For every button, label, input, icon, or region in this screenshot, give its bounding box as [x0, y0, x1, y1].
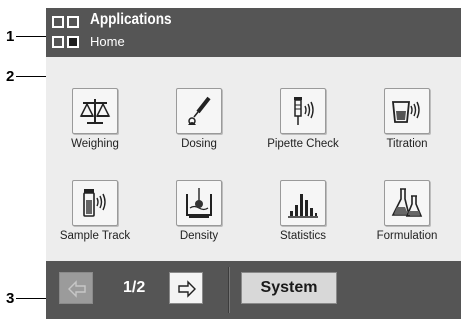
system-button[interactable]: System [241, 272, 337, 304]
arrow-right-icon [178, 280, 196, 298]
bottom-bar: 1/2 System [46, 261, 461, 319]
callout-3: 3 [6, 290, 15, 307]
previous-page-button[interactable] [59, 272, 93, 304]
formulation-button[interactable] [384, 180, 430, 226]
app-label: Formulation [376, 230, 438, 242]
pipette-check-button[interactable] [280, 88, 326, 134]
app-pipette-check[interactable]: Pipette Check [257, 88, 349, 168]
pipette-check-icon [294, 97, 314, 125]
app-label: Sample Track [59, 230, 131, 242]
weighing-button[interactable] [72, 88, 118, 134]
sample-vial-icon [83, 189, 106, 217]
dosing-button[interactable] [176, 88, 222, 134]
app-statistics[interactable]: Statistics [257, 180, 349, 260]
terminal-screen: Applications Home Weighing Dosing Pipett… [46, 8, 461, 319]
title-bar: Applications Home [46, 8, 461, 57]
app-label: Dosing [181, 138, 217, 150]
app-weighing[interactable]: Weighing [49, 88, 141, 168]
density-button[interactable] [176, 180, 222, 226]
balance-scale-icon [79, 99, 111, 124]
titration-beaker-icon [392, 101, 420, 123]
formulation-flasks-icon [391, 188, 423, 217]
page-indicator: 1/2 [123, 279, 146, 296]
callout-2: 2 [6, 68, 15, 85]
app-label: Statistics [279, 230, 326, 242]
app-formulation[interactable]: Formulation [361, 180, 453, 260]
callout-1: 1 [6, 28, 15, 45]
statistics-button[interactable] [280, 180, 326, 226]
page-title: Applications [90, 11, 172, 28]
window-square-active-icon [67, 36, 79, 48]
app-sample-track[interactable]: Sample Track [49, 180, 141, 260]
density-sinker-icon [186, 188, 212, 218]
next-page-button[interactable] [169, 272, 203, 304]
app-density[interactable]: Density [153, 180, 245, 260]
statistics-bars-icon [288, 194, 318, 218]
app-label: Weighing [71, 138, 119, 150]
app-dosing[interactable]: Dosing [153, 88, 245, 168]
sample-track-button[interactable] [72, 180, 118, 226]
window-square-icon [52, 36, 64, 48]
breadcrumb: Home [90, 34, 125, 49]
app-label: Pipette Check [267, 138, 339, 150]
titration-button[interactable] [384, 88, 430, 134]
app-label: Density [179, 230, 219, 242]
window-square-icon [67, 16, 79, 28]
arrow-left-icon [68, 280, 86, 298]
app-titration[interactable]: Titration [361, 88, 453, 168]
window-square-icon [52, 16, 64, 28]
divider [229, 267, 230, 313]
app-label: Titration [386, 138, 428, 150]
dosing-pipette-icon [188, 96, 211, 125]
